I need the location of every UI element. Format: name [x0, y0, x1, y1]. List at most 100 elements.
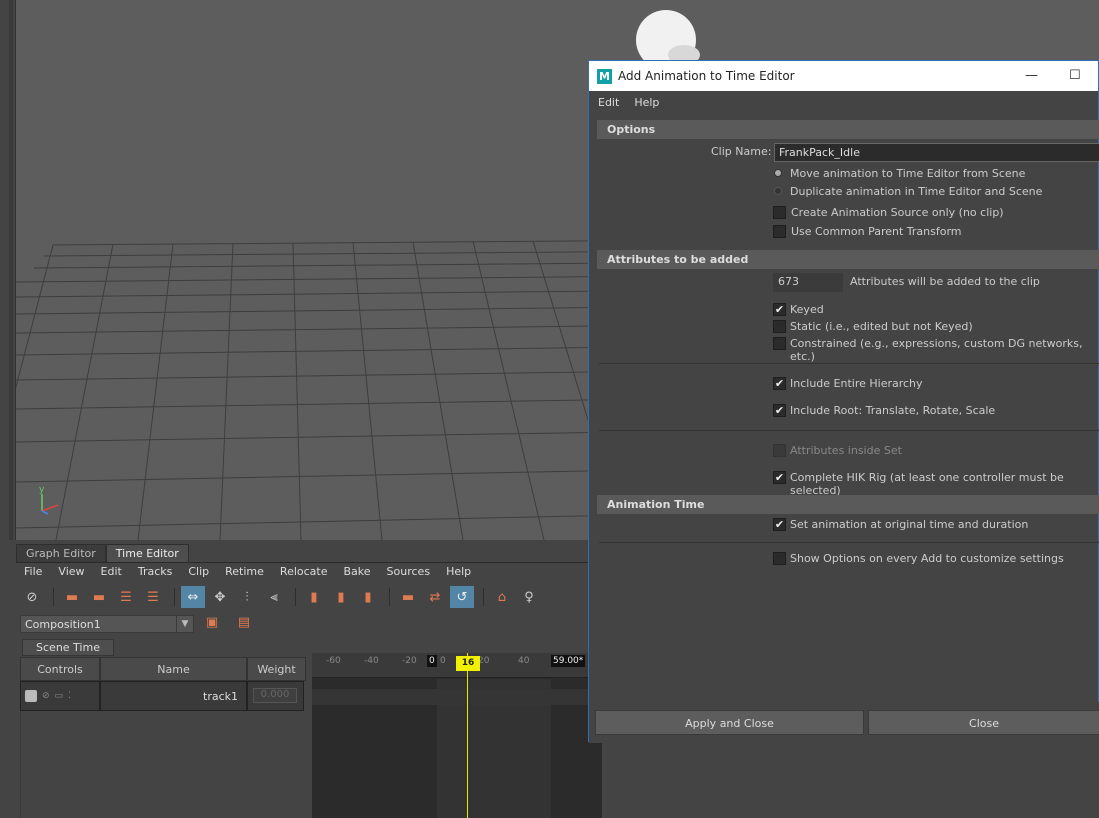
radio-move[interactable] — [774, 169, 782, 177]
crossfade-icon[interactable]: ▬ — [396, 586, 420, 608]
section-animation-time-header[interactable]: Animation Time — [597, 495, 1099, 514]
trim-left-icon[interactable]: ▮ — [302, 586, 326, 608]
dialog-title: Add Animation to Time Editor — [618, 69, 795, 83]
menu-file[interactable]: File — [16, 563, 50, 581]
track-color-swatch[interactable] — [25, 690, 37, 702]
checkbox-source-only[interactable] — [773, 206, 786, 219]
mute-icon[interactable]: ⊘ — [42, 691, 50, 701]
chevron-down-icon[interactable]: ▼ — [176, 615, 194, 633]
section-attributes-header[interactable]: Attributes to be added — [597, 250, 1099, 269]
menu-help[interactable]: Help — [438, 563, 479, 581]
maximize-icon[interactable]: ☐ — [1069, 68, 1081, 83]
solo-icon[interactable]: ▭ — [55, 691, 64, 701]
character-icon[interactable]: ♀ — [517, 586, 541, 608]
checkbox-root[interactable]: ✔ — [773, 404, 786, 417]
checkbox-constrained-label: Constrained (e.g., expressions, custom D… — [790, 337, 1083, 363]
checkbox-static-label: Static (i.e., edited but not Keyed) — [790, 320, 973, 333]
table-row[interactable]: ⊘ ▭ ⁚ track1 0.000 — [20, 681, 306, 711]
range-start-marker[interactable]: 0 — [427, 655, 437, 667]
section-options-header[interactable]: Options — [597, 120, 1099, 139]
checkbox-inside-set[interactable] — [773, 444, 786, 457]
menu-retime[interactable]: Retime — [217, 563, 272, 581]
checkbox-keyed-label: Keyed — [790, 303, 824, 316]
add-character-clip-icon[interactable]: ▬ — [87, 586, 111, 608]
trim-right-icon[interactable]: ▮ — [356, 586, 380, 608]
tab-time-editor[interactable]: Time Editor — [105, 544, 189, 562]
composition-list-icon[interactable]: ▤ — [232, 615, 256, 635]
time-editor-toolbar: ⊘ ▬ ▬ ☰ ☰ ⇔ ✥ ⫶ ⫷ ▮ ▮ ▮ ▬ ⇄ ↺ ⌂ ♀ — [20, 585, 544, 609]
divider — [599, 363, 1099, 364]
apply-close-button[interactable]: Apply and Close — [595, 710, 864, 735]
menu-relocate[interactable]: Relocate — [272, 563, 336, 581]
add-track-icon[interactable]: ☰ — [114, 586, 138, 608]
checkbox-original-time[interactable]: ✔ — [773, 518, 786, 531]
dialog-menubar: Edit Help — [589, 91, 1098, 113]
timeline-track-lane[interactable] — [312, 689, 602, 705]
lock-icon[interactable]: ⁚ — [68, 691, 71, 701]
trim-center-icon[interactable]: ▮ — [329, 586, 353, 608]
menu-tracks[interactable]: Tracks — [130, 563, 181, 581]
tab-graph-editor[interactable]: Graph Editor — [16, 544, 106, 562]
menu-edit[interactable]: Edit — [93, 563, 130, 581]
clip-name-field[interactable]: FrankPack_Idle — [774, 143, 1099, 162]
move-icon[interactable]: ✥ — [208, 586, 232, 608]
track-weight-cell: 0.000 — [247, 681, 304, 711]
time-editor-menubar: File View Edit Tracks Clip Retime Reloca… — [16, 563, 479, 581]
playhead-line[interactable] — [467, 653, 468, 818]
attribute-count-field: 673 — [773, 273, 843, 292]
key-icon[interactable]: ⌂ — [490, 586, 514, 608]
track-list-empty — [20, 711, 306, 818]
dialog-titlebar[interactable]: M Add Animation to Time Editor — ☐ — [589, 61, 1098, 91]
ruler-tick: -20 — [402, 656, 417, 666]
ruler-tick: -60 — [326, 656, 341, 666]
menu-clip[interactable]: Clip — [180, 563, 217, 581]
radio-duplicate-label: Duplicate animation in Time Editor and S… — [790, 185, 1043, 198]
maya-logo-icon: M — [597, 68, 612, 84]
add-clip-icon[interactable]: ▬ — [60, 586, 84, 608]
attribute-count-label: Attributes will be added to the clip — [850, 275, 1040, 288]
split-icon[interactable]: ⫶ — [235, 586, 259, 608]
minimize-icon[interactable]: — — [1025, 68, 1038, 83]
ruler-tick: 0 — [440, 656, 446, 666]
dialog-menu-edit[interactable]: Edit — [589, 96, 625, 109]
checkbox-common-parent[interactable] — [773, 225, 786, 238]
divider — [599, 430, 1099, 431]
menu-sources[interactable]: Sources — [379, 563, 439, 581]
checkbox-hik-label: Complete HIK Rig (at least one controlle… — [790, 471, 1064, 497]
checkbox-constrained[interactable] — [773, 337, 786, 350]
checkbox-keyed[interactable]: ✔ — [773, 303, 786, 316]
checkbox-source-only-label: Create Animation Source only (no clip) — [791, 206, 1004, 219]
radio-move-label: Move animation to Time Editor from Scene — [790, 167, 1026, 180]
timeline-area[interactable]: -60 -40 -20 0 0 20 40 59.00* 16 — [312, 653, 602, 818]
divider — [599, 542, 1099, 543]
column-weight: Weight — [247, 657, 306, 681]
checkbox-original-time-label: Set animation at original time and durat… — [790, 518, 1029, 531]
checkbox-show-options[interactable] — [773, 552, 786, 565]
range-end-marker[interactable]: 59.00* — [551, 655, 586, 667]
dialog-menu-help[interactable]: Help — [625, 96, 665, 109]
track-weight-field[interactable]: 0.000 — [253, 688, 297, 703]
blend-icon[interactable]: ⇄ — [423, 586, 447, 608]
menu-view[interactable]: View — [50, 563, 92, 581]
checkbox-static[interactable] — [773, 320, 786, 333]
checkbox-common-parent-label: Use Common Parent Transform — [791, 225, 962, 238]
close-button[interactable]: Close — [868, 710, 1099, 735]
composition-select[interactable]: Composition1 — [20, 615, 177, 633]
checkbox-hik[interactable]: ✔ — [773, 471, 786, 484]
column-controls: Controls — [20, 657, 100, 681]
merge-track-icon[interactable]: ☰ — [141, 586, 165, 608]
align-icon[interactable]: ⫷ — [262, 586, 286, 608]
editor-tabs: Graph Editor Time Editor — [16, 544, 189, 562]
mute-icon[interactable]: ⊘ — [20, 586, 44, 608]
ripple-edit-icon[interactable]: ⇔ — [181, 586, 205, 608]
checkbox-show-options-label: Show Options on every Add to customize s… — [790, 552, 1064, 565]
checkbox-hierarchy[interactable]: ✔ — [773, 377, 786, 390]
menu-bake[interactable]: Bake — [336, 563, 379, 581]
axis-y-label: y — [39, 485, 45, 495]
tab-scene-time[interactable]: Scene Time — [22, 639, 114, 656]
add-composition-icon[interactable]: ▣ — [200, 615, 224, 635]
playhead-label[interactable]: 16 — [456, 656, 480, 671]
snap-icon[interactable]: ↺ — [450, 586, 474, 608]
track-name[interactable]: track1 — [100, 681, 247, 711]
radio-duplicate[interactable] — [774, 187, 782, 195]
